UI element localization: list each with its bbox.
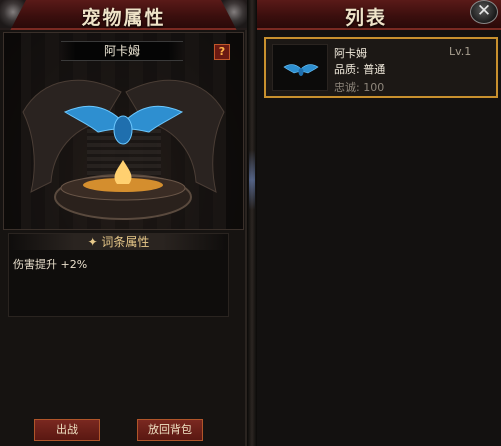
thumb-bat-right-wing: [300, 64, 319, 74]
thumb-bat-body: [298, 68, 304, 76]
deploy-button[interactable]: 出战: [34, 419, 100, 441]
divider-glow: [249, 150, 255, 210]
pet-list-header: 列表: [257, 0, 501, 30]
pet-attributes-list: ✦ 词条属性 伤害提升 +2%: [8, 233, 229, 317]
scene-frame: [3, 32, 244, 230]
thumb-bat-left-wing: [283, 64, 302, 74]
pet-list-title: 列表: [344, 7, 387, 29]
return-to-bag-button[interactable]: 放回背包: [137, 419, 203, 441]
pet-item-quality: 品质: 普通: [334, 63, 386, 76]
pet-attributes-title: 宠物属性: [81, 7, 166, 29]
pet-list-item[interactable]: 阿卡姆 Lv.1 品质: 普通 忠诚: 100: [264, 37, 498, 98]
pet-item-level: Lv.1: [449, 45, 472, 58]
attribute-line: 伤害提升 +2%: [13, 258, 88, 271]
panel-divider: [247, 0, 257, 446]
pet-thumbnail: [272, 44, 328, 91]
pet-item-loyalty: 忠诚: 100: [334, 81, 385, 94]
pet-item-name: 阿卡姆: [334, 47, 367, 60]
attributes-section-title: ✦ 词条属性: [9, 234, 228, 250]
pet-thumbnail-bat-icon: [283, 64, 319, 76]
pet-attributes-header: 宠物属性: [0, 0, 247, 30]
close-button[interactable]: ✕: [470, 0, 498, 24]
